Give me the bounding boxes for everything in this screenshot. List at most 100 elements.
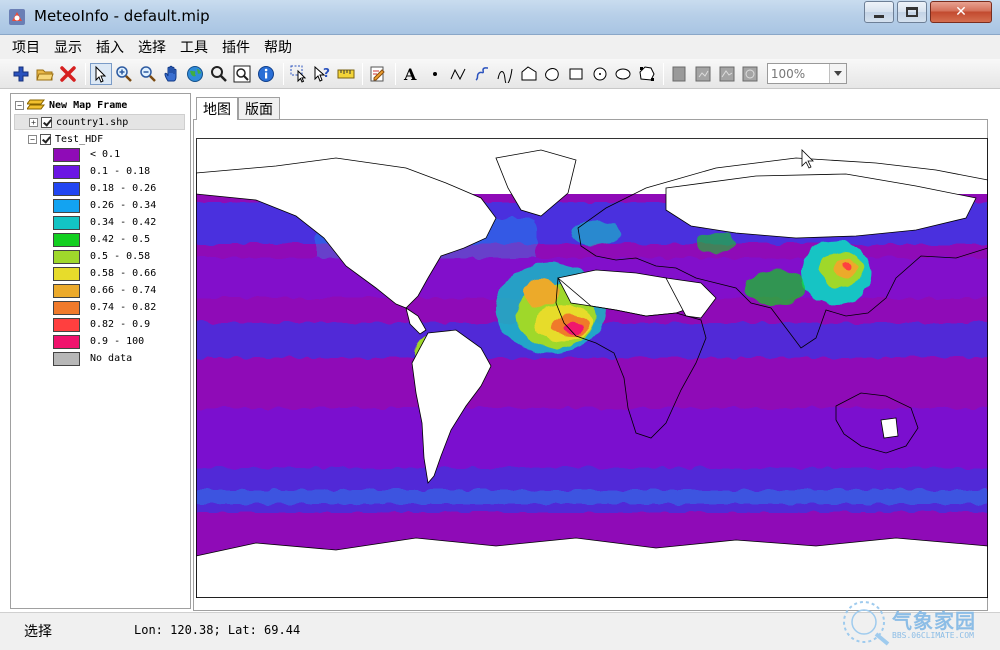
curve-button[interactable] <box>494 63 516 85</box>
curve-polygon-icon <box>545 67 560 81</box>
layer-item-country1[interactable]: + country1.shp <box>14 114 185 130</box>
rectangle-button[interactable] <box>565 63 587 85</box>
remove-layer-button[interactable] <box>57 63 79 85</box>
layers-legend-panel: − New Map Frame + country1.shp − Test_HD… <box>10 93 191 609</box>
chevron-down-icon[interactable] <box>828 64 846 83</box>
map-frame-node[interactable]: − New Map Frame <box>15 97 127 113</box>
curve-polygon-button[interactable] <box>541 63 563 85</box>
ellipse-icon <box>615 68 631 79</box>
layer-item-test-hdf[interactable]: − Test_HDF <box>28 131 103 147</box>
layout-grid-3-button[interactable] <box>739 63 761 85</box>
help-query-button[interactable]: ? <box>311 63 333 85</box>
layout-page-button[interactable] <box>668 63 690 85</box>
legend-break: 0.74 - 0.82 <box>53 299 156 316</box>
menu-tools[interactable]: 工具 <box>178 36 210 58</box>
status-mode: 选择 <box>24 624 52 640</box>
zoom-to-layer-button[interactable] <box>231 63 253 85</box>
zoom-combobox[interactable]: 100% <box>766 63 847 84</box>
expand-icon[interactable]: + <box>29 117 38 127</box>
menu-view[interactable]: 显示 <box>52 36 84 58</box>
legend-swatch <box>53 317 80 332</box>
polygon-button[interactable] <box>518 63 540 85</box>
toolbar-separator <box>282 62 284 85</box>
legend-swatch <box>53 249 80 264</box>
select-pointer-button[interactable] <box>89 62 112 85</box>
text-button[interactable]: A <box>400 63 422 85</box>
identify-info-icon <box>257 65 274 82</box>
layer-visibility-checkbox[interactable] <box>41 116 52 128</box>
add-layer-button[interactable] <box>10 63 32 85</box>
legend-break: 0.9 - 100 <box>53 333 144 350</box>
legend-break: 0.26 - 0.34 <box>53 197 156 214</box>
zoom-to-layer-icon <box>233 65 251 82</box>
legend-break: No data <box>53 350 132 367</box>
add-layer-icon <box>13 66 29 81</box>
polyline-icon <box>450 68 466 80</box>
layer-label: country1.shp <box>56 116 129 128</box>
layout-grid-2-button[interactable] <box>716 63 738 85</box>
menu-project[interactable]: 项目 <box>10 36 42 58</box>
point-button[interactable] <box>424 63 446 85</box>
watermark-text: 气象家园 <box>892 609 976 633</box>
legend-break-label: 0.42 - 0.5 <box>90 234 151 245</box>
legend-break-label: No data <box>90 353 133 364</box>
close-button[interactable]: ✕ <box>930 1 992 23</box>
open-button[interactable] <box>34 63 56 85</box>
magnifier-button[interactable] <box>208 63 230 85</box>
legend-break-label: 0.66 - 0.74 <box>90 285 157 296</box>
legend-break-label: 0.34 - 0.42 <box>90 217 157 228</box>
menu-select[interactable]: 选择 <box>136 36 168 58</box>
tab-map[interactable]: 地图 <box>196 97 238 120</box>
menu-plugins[interactable]: 插件 <box>220 36 252 58</box>
full-extent-button[interactable] <box>184 63 206 85</box>
map-canvas[interactable] <box>196 138 988 598</box>
collapse-icon[interactable]: − <box>28 134 37 144</box>
tab-layout[interactable]: 版面 <box>238 97 280 119</box>
app-icon <box>9 9 25 25</box>
status-coordinates: Lon: 120.38; Lat: 69.44 <box>134 623 301 637</box>
ellipse-button[interactable] <box>612 63 634 85</box>
legend-swatch <box>53 334 80 349</box>
circle-button[interactable] <box>589 63 611 85</box>
legend-break: 0.18 - 0.26 <box>53 180 156 197</box>
zoom-in-icon <box>116 65 133 82</box>
layer-label: Test_HDF <box>55 133 104 145</box>
freehand-polygon-button[interactable] <box>636 63 658 85</box>
toolbar: ? A 100% <box>0 59 1000 89</box>
zoom-out-button[interactable] <box>137 63 159 85</box>
minimize-button[interactable] <box>864 1 894 23</box>
view-tabs: 地图 版面 <box>196 97 280 120</box>
menu-help[interactable]: 帮助 <box>262 36 294 58</box>
map-frame-icon <box>27 99 45 110</box>
select-features-button[interactable] <box>288 63 310 85</box>
legend-swatch <box>53 215 80 230</box>
magnifier-icon <box>210 65 227 82</box>
polygon-icon <box>521 65 537 80</box>
menu-insert[interactable]: 插入 <box>94 36 126 58</box>
legend-break: 0.34 - 0.42 <box>53 214 156 231</box>
identify-button[interactable] <box>255 63 277 85</box>
layout-grid-1-button[interactable] <box>692 63 714 85</box>
edit-button[interactable] <box>367 63 389 85</box>
measure-icon <box>337 69 355 78</box>
zoom-in-button[interactable] <box>113 63 135 85</box>
legend-break-label: 0.5 - 0.58 <box>90 251 151 262</box>
legend-break-label: < 0.1 <box>90 149 121 160</box>
legend-break: 0.1 - 0.18 <box>53 163 150 180</box>
legend-break-label: 0.58 - 0.66 <box>90 268 157 279</box>
legend-swatch <box>53 266 80 281</box>
layout-grid-1-icon <box>695 66 711 81</box>
pan-button[interactable] <box>161 63 183 85</box>
freehand-button[interactable] <box>471 63 493 85</box>
maximize-button[interactable] <box>897 1 927 23</box>
collapse-icon[interactable]: − <box>15 100 24 110</box>
toolbar-separator <box>394 62 396 85</box>
freehand-icon <box>475 66 488 81</box>
layer-visibility-checkbox[interactable] <box>40 133 51 145</box>
measure-button[interactable] <box>335 63 357 85</box>
legend-swatch <box>53 351 80 366</box>
polyline-button[interactable] <box>447 63 469 85</box>
close-icon: ✕ <box>955 4 967 20</box>
map-frame-label: New Map Frame <box>49 99 128 111</box>
remove-layer-icon <box>60 65 76 82</box>
